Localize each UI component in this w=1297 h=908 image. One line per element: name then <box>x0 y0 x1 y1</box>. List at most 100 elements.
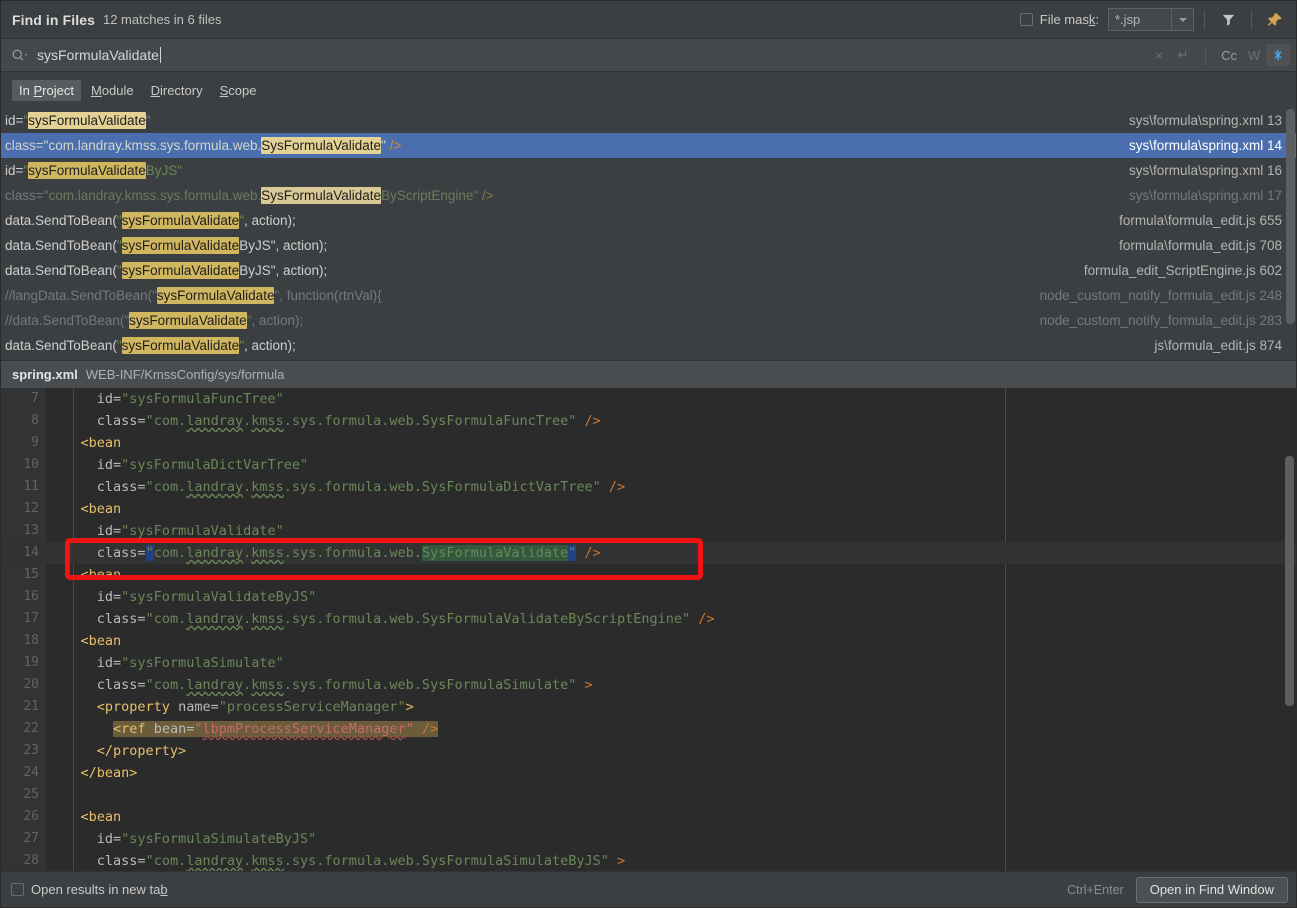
code-line[interactable]: 28 class="com.landray.kmss.sys.formula.w… <box>1 850 1296 871</box>
code-line[interactable]: 25 <box>1 784 1296 806</box>
line-number: 11 <box>23 479 39 494</box>
filter-icon[interactable] <box>1215 7 1241 33</box>
search-icon[interactable] <box>11 48 28 63</box>
newline-icon[interactable]: ↵ <box>1171 44 1195 66</box>
pin-icon[interactable] <box>1262 7 1288 33</box>
line-number: 13 <box>23 523 39 538</box>
search-bar[interactable]: sysFormulaValidate × ↵ Cc W <box>1 38 1296 72</box>
search-result-path: formula_edit_ScriptEngine.js 602 <box>1083 263 1282 278</box>
code-line[interactable]: 22 <ref bean="lbpmProcessServiceManager"… <box>1 718 1296 740</box>
code-line[interactable]: 17 class="com.landray.kmss.sys.formula.w… <box>1 608 1296 630</box>
code-text: <bean <box>80 633 122 649</box>
search-result-row[interactable]: id= " sysFormulaValidate " sys\formula\sprin… <box>1 108 1296 133</box>
code-line[interactable]: 16 id="sysFormulaValidateByJS" <box>1 586 1296 608</box>
line-number: 21 <box>23 699 39 714</box>
code-line[interactable]: 9 <bean <box>1 432 1296 454</box>
search-input[interactable]: sysFormulaValidate <box>37 47 161 63</box>
code-line[interactable]: 12 <bean <box>1 498 1296 520</box>
file-mask-combo[interactable]: *.jsp <box>1108 8 1194 31</box>
search-result-row[interactable]: //langData.SendToBean(" sysFormulaValidat… <box>1 283 1296 308</box>
regex-toggle[interactable] <box>1266 44 1290 66</box>
code-line[interactable]: 7 id="sysFormulaFuncTree" <box>1 388 1296 410</box>
search-result-path: sys\formula\spring.xml 13 <box>1128 113 1282 128</box>
search-result-path: js\formula_edit.js 874 <box>1154 338 1282 353</box>
code-line[interactable]: 15 <bean <box>1 564 1296 586</box>
code-line[interactable]: 27 id="sysFormulaSimulateByJS" <box>1 828 1296 850</box>
file-mask-checkbox[interactable] <box>1019 13 1033 26</box>
search-result-row[interactable]: class= "com.landray.kmss.sys.formula.web.… <box>1 133 1296 158</box>
footer-actions: Ctrl+Enter Open in Find Window <box>1067 876 1296 903</box>
code-line[interactable]: 8 class="com.landray.kmss.sys.formula.we… <box>1 410 1296 432</box>
code-line[interactable]: 11 class="com.landray.kmss.sys.formula.w… <box>1 476 1296 498</box>
open-in-new-tab-label: Open results in new tab <box>31 882 168 897</box>
code-line[interactable]: 14 class="com.landray.kmss.sys.formula.w… <box>1 542 1296 564</box>
find-in-files-dialog: Find in Files 12 matches in 6 files File… <box>0 0 1297 908</box>
search-results-list[interactable]: id= " sysFormulaValidate " sys\formula\sprin… <box>1 108 1296 360</box>
code-text: <bean <box>80 501 122 517</box>
code-line[interactable]: 18 <bean <box>1 630 1296 652</box>
line-number: 23 <box>23 743 39 758</box>
search-result-text: data.SendToBean(" sysFormulaValidate ", ac… <box>5 212 296 229</box>
code-text: id="sysFormulaFuncTree" <box>96 391 284 407</box>
match-case-toggle[interactable]: Cc <box>1216 44 1242 66</box>
line-number: 15 <box>23 567 39 582</box>
search-result-row[interactable]: data.SendToBean(" sysFormulaValidate ", ac… <box>1 333 1296 358</box>
code-text: class="com.landray.kmss.sys.formula.web.… <box>96 853 626 869</box>
search-result-row[interactable]: data.SendToBean(" sysFormulaValidate ByJS"… <box>1 258 1296 283</box>
search-result-row[interactable]: class= "com.landray.kmss.sys.formula.web.… <box>1 183 1296 208</box>
file-mask-label: File mask: <box>1039 12 1099 27</box>
search-result-text: class= "com.landray.kmss.sys.formula.web.… <box>5 187 494 204</box>
scope-tab-in-project[interactable]: In Project <box>12 79 81 101</box>
whole-words-toggle[interactable]: W <box>1242 44 1266 66</box>
scope-tabs: In Project Module Directory Scope <box>1 72 1296 108</box>
code-line[interactable]: 23 </property> <box>1 740 1296 762</box>
line-number: 12 <box>23 501 39 516</box>
search-result-row[interactable]: data.SendToBean(" sysFormulaValidate ", ac… <box>1 208 1296 233</box>
preview-file-path: WEB-INF/KmssConfig/sys/formula <box>85 367 285 382</box>
code-scrollbar-thumb[interactable] <box>1285 456 1294 706</box>
search-result-text: class= "com.landray.kmss.sys.formula.web.… <box>5 137 402 154</box>
search-result-row[interactable]: //data.SendToBean(" sysFormulaValidate ", … <box>1 308 1296 333</box>
search-options: × ↵ Cc W <box>1147 44 1296 66</box>
code-line[interactable]: 21 <property name="processServiceManager… <box>1 696 1296 718</box>
search-result-text: data.SendToBean(" sysFormulaValidate ByJS"… <box>5 237 328 254</box>
scope-tab-scope[interactable]: Scope <box>213 80 264 101</box>
code-line[interactable]: 10 id="sysFormulaDictVarTree" <box>1 454 1296 476</box>
code-text: id="sysFormulaValidateByJS" <box>96 589 317 605</box>
open-in-new-tab-option[interactable]: Open results in new tab <box>11 882 168 897</box>
code-line[interactable]: 24 </bean> <box>1 762 1296 784</box>
search-result-path: formula\formula_edit.js 655 <box>1119 213 1282 228</box>
code-text: <property name="processServiceManager"> <box>96 699 414 715</box>
code-line[interactable]: 13 id="sysFormulaValidate" <box>1 520 1296 542</box>
line-number: 16 <box>23 589 39 604</box>
code-preview[interactable]: 7 id="sysFormulaFuncTree" 8 class="com.la… <box>1 388 1296 871</box>
line-number: 7 <box>31 391 39 406</box>
code-line[interactable]: 19 id="sysFormulaSimulate" <box>1 652 1296 674</box>
code-text: </bean> <box>80 765 138 781</box>
code-text: class="com.landray.kmss.sys.formula.web.… <box>96 479 626 495</box>
clear-search-icon[interactable]: × <box>1147 44 1171 66</box>
search-result-row[interactable]: data.SendToBean(" sysFormulaValidate ByJS"… <box>1 233 1296 258</box>
scope-tab-module[interactable]: Module <box>84 80 141 101</box>
code-line[interactable]: 26 <bean <box>1 806 1296 828</box>
line-number: 8 <box>31 413 39 428</box>
results-scrollbar[interactable] <box>1284 109 1295 357</box>
code-text: class="com.landray.kmss.sys.formula.web.… <box>96 413 601 429</box>
page-title: Find in Files <box>12 11 95 28</box>
scope-tab-directory[interactable]: Directory <box>144 80 210 101</box>
line-number: 22 <box>23 721 39 736</box>
dialog-footer: Open results in new tab Ctrl+Enter Open … <box>1 871 1296 907</box>
open-in-find-window-button[interactable]: Open in Find Window <box>1135 876 1288 903</box>
open-in-new-tab-checkbox[interactable] <box>11 883 24 896</box>
preview-file-name: spring.xml <box>12 367 78 382</box>
chevron-down-icon[interactable] <box>1171 9 1193 30</box>
search-result-text: data.SendToBean(" sysFormulaValidate ", ac… <box>5 337 296 354</box>
code-line[interactable]: 20 class="com.landray.kmss.sys.formula.w… <box>1 674 1296 696</box>
search-result-text: //data.SendToBean(" sysFormulaValidate ", … <box>5 312 304 329</box>
code-text: id="sysFormulaSimulateByJS" <box>96 831 317 847</box>
line-number: 14 <box>23 545 39 560</box>
search-result-row[interactable]: id= " sysFormulaValidate ByJS" sys\formula\s… <box>1 158 1296 183</box>
code-text: class="com.landray.kmss.sys.formula.web.… <box>96 545 601 561</box>
line-number: 25 <box>23 787 39 802</box>
results-scrollbar-thumb[interactable] <box>1286 109 1295 324</box>
